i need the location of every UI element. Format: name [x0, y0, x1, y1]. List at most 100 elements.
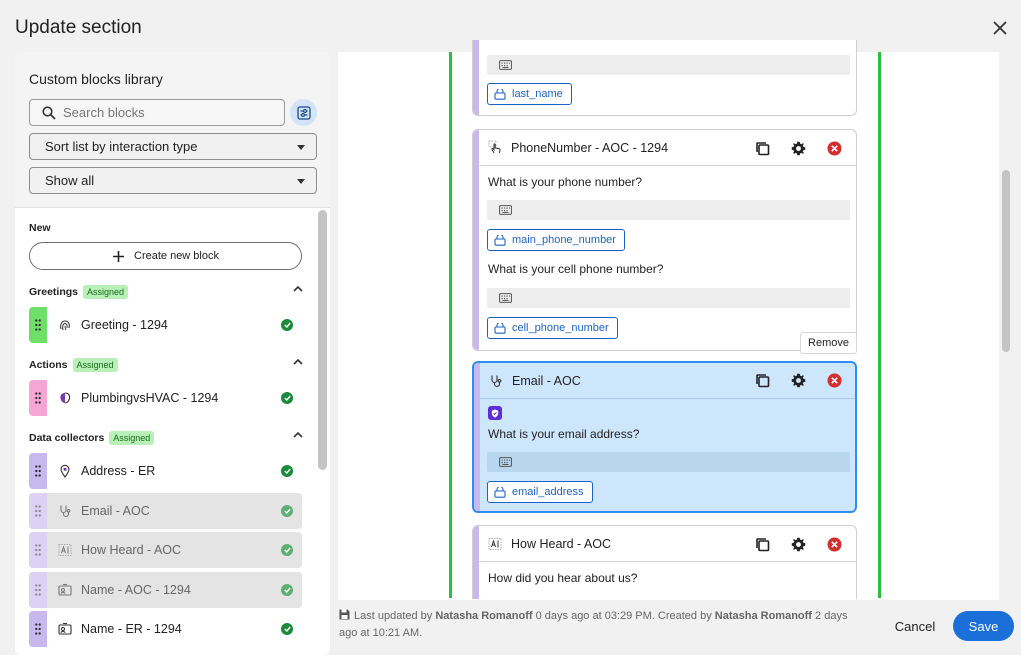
- database-icon: [494, 322, 506, 334]
- variable-chip[interactable]: email_address: [487, 481, 593, 503]
- save-disk-icon: [339, 609, 350, 620]
- text-cursor-icon: [57, 542, 73, 558]
- question-text: What is your cell phone number?: [488, 262, 664, 276]
- save-button[interactable]: Save: [953, 611, 1014, 641]
- filter-settings-icon: [296, 105, 311, 120]
- plus-icon: [113, 250, 124, 262]
- last-updated-note: Last updated by Natasha Romanoff 0 days …: [339, 608, 864, 642]
- chevron-up-icon[interactable]: [293, 285, 303, 292]
- keyboard-icon: [499, 205, 512, 215]
- library-item-name: Address - ER: [81, 464, 156, 478]
- greetings-section-label[interactable]: Greetings Assigned: [29, 285, 129, 299]
- search-input[interactable]: [63, 105, 263, 120]
- library-item-greeting-1294[interactable]: Greeting - 1294: [29, 307, 302, 343]
- library-item-name: Name - AOC - 1294: [81, 583, 191, 597]
- sort-select-value: Sort list by interaction type: [45, 139, 198, 154]
- block-card-phonenumber[interactable]: PhoneNumber - AOC - 1294 What is your ph…: [472, 129, 857, 351]
- variable-chip[interactable]: last_name: [487, 83, 572, 105]
- assigned-badge: Assigned: [109, 431, 155, 445]
- data-collectors-section-label[interactable]: Data collectors Assigned: [29, 431, 155, 445]
- stethoscope-icon: [488, 373, 504, 389]
- library-item-name: How Heard - AOC: [81, 543, 182, 557]
- variable-name: last_name: [512, 88, 563, 100]
- show-select[interactable]: Show all: [29, 167, 317, 194]
- search-icon: [42, 105, 56, 120]
- drag-handle-icon[interactable]: [29, 572, 47, 608]
- drag-handle-icon[interactable]: [29, 493, 47, 529]
- assigned-badge: Assigned: [72, 358, 118, 372]
- block-title: PhoneNumber - AOC - 1294: [511, 140, 669, 155]
- duplicate-icon[interactable]: [754, 140, 770, 156]
- id-card-icon: [57, 582, 73, 598]
- keyboard-icon: [499, 293, 512, 303]
- sort-select[interactable]: Sort list by interaction type: [29, 133, 317, 160]
- drag-handle-icon[interactable]: [29, 532, 47, 568]
- create-new-block-button[interactable]: Create new block: [29, 242, 302, 270]
- drag-handle-icon[interactable]: [29, 307, 47, 343]
- drag-handle-icon[interactable]: [29, 611, 47, 647]
- variable-chip[interactable]: cell_phone_number: [487, 317, 618, 339]
- remove-icon[interactable]: [826, 372, 842, 388]
- block-card-email-aoc[interactable]: Email - AOC What is your email address? …: [472, 361, 857, 513]
- drag-handle-icon[interactable]: [29, 380, 47, 416]
- library-scrollbar[interactable]: [318, 210, 327, 470]
- text-cursor-icon: [487, 536, 503, 552]
- library-item-plumbingvshvac-1294[interactable]: PlumbingvsHVAC - 1294: [29, 380, 302, 416]
- chevron-up-icon[interactable]: [293, 358, 303, 365]
- actions-label: Actions: [29, 359, 68, 371]
- new-section-label: New: [29, 222, 51, 234]
- input-row[interactable]: [487, 55, 850, 75]
- variable-chip[interactable]: main_phone_number: [487, 229, 625, 251]
- chevron-up-icon[interactable]: [293, 431, 303, 438]
- keyboard-icon: [499, 457, 512, 467]
- block-title: How Heard - AOC: [511, 536, 612, 551]
- check-circle-icon: [281, 465, 293, 477]
- library-item-name-er-1294[interactable]: Name - ER - 1294: [29, 611, 302, 647]
- assigned-badge: Assigned: [83, 285, 129, 299]
- input-row[interactable]: [487, 452, 850, 472]
- input-row[interactable]: [487, 288, 850, 308]
- create-new-block-label: Create new block: [134, 250, 219, 262]
- library-item-name: PlumbingvsHVAC - 1294: [81, 391, 219, 405]
- gear-icon[interactable]: [790, 536, 806, 552]
- canvas-scrollbar[interactable]: [1002, 170, 1010, 352]
- remove-icon[interactable]: [826, 536, 842, 552]
- library-item-how-heard-aoc[interactable]: How Heard - AOC: [29, 532, 302, 568]
- question-text: How did you hear about us?: [488, 571, 638, 585]
- search-box[interactable]: [29, 99, 285, 126]
- hand-pointer-icon: [487, 140, 503, 156]
- library-item-name: Name - ER - 1294: [81, 622, 182, 636]
- block-card-last-name[interactable]: last_name: [472, 40, 857, 116]
- remove-tooltip: Remove: [800, 332, 857, 354]
- updated-time: 0 days ago at 03:29 PM. Created by: [535, 610, 712, 622]
- dialog-title: Update section: [15, 17, 142, 38]
- library-item-name-aoc-1294[interactable]: Name - AOC - 1294: [29, 572, 302, 608]
- fingerprint-icon: [57, 317, 73, 333]
- show-select-value: Show all: [45, 173, 95, 188]
- remove-icon[interactable]: [826, 140, 842, 156]
- question-text: What is your phone number?: [488, 175, 643, 189]
- duplicate-icon[interactable]: [754, 372, 770, 388]
- block-title: Email - AOC: [512, 373, 581, 388]
- close-icon[interactable]: [990, 18, 1010, 38]
- actions-section-label[interactable]: Actions Assigned: [29, 358, 118, 372]
- cancel-button[interactable]: Cancel: [884, 612, 946, 640]
- gear-icon[interactable]: [790, 140, 806, 156]
- variable-name: cell_phone_number: [512, 322, 609, 334]
- check-circle-icon: [281, 319, 293, 331]
- updated-by: Natasha Romanoff: [435, 610, 533, 622]
- brain-icon: [57, 390, 73, 406]
- variable-name: email_address: [512, 486, 584, 498]
- duplicate-icon[interactable]: [754, 536, 770, 552]
- section-rail-left: [449, 52, 452, 598]
- library-item-name: Greeting - 1294: [81, 318, 168, 332]
- library-item-address-er[interactable]: Address - ER: [29, 453, 302, 489]
- input-row[interactable]: [487, 200, 850, 220]
- library-item-email-aoc[interactable]: Email - AOC: [29, 493, 302, 529]
- library-header: Custom blocks library Sort list by inter…: [15, 52, 330, 208]
- filter-button[interactable]: [290, 99, 317, 126]
- drag-handle-icon[interactable]: [29, 453, 47, 489]
- block-card-how-heard-aoc[interactable]: How Heard - AOC How did you hear about u…: [472, 525, 857, 599]
- gear-icon[interactable]: [790, 372, 806, 388]
- custom-blocks-library: Custom blocks library Sort list by inter…: [15, 52, 330, 655]
